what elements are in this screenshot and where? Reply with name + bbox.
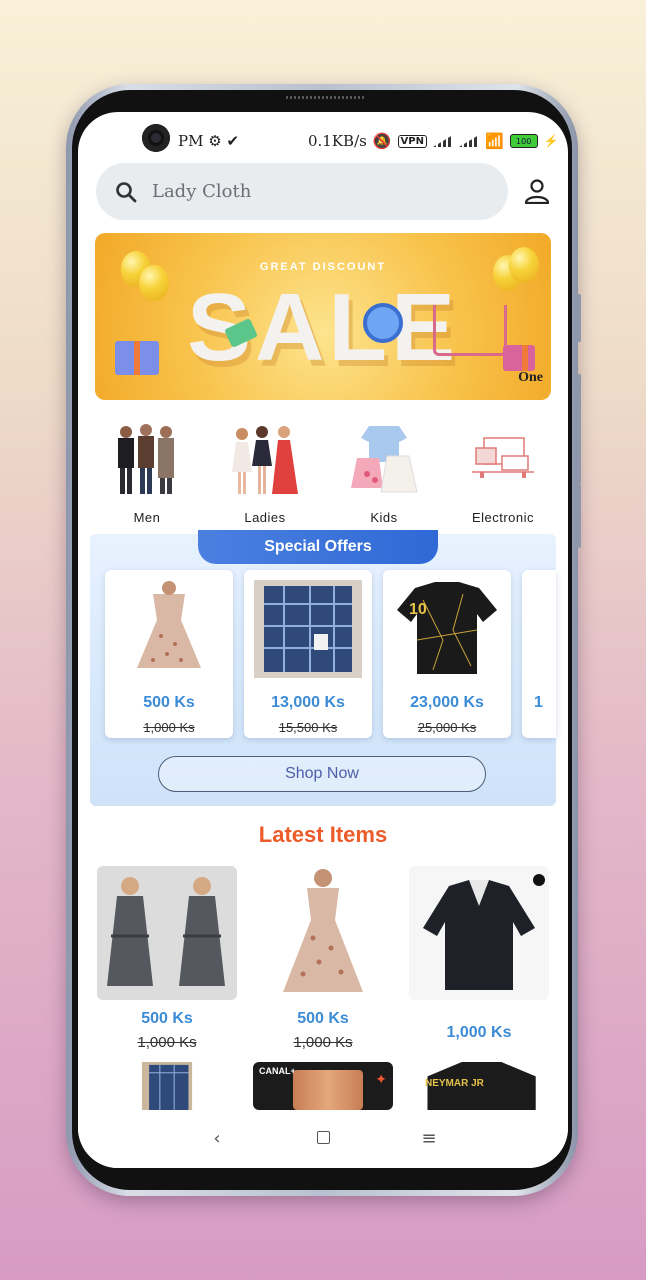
volume-button [577, 294, 581, 342]
settings-gear-icon: ⚙ [208, 132, 222, 150]
offer-price: 1 [534, 694, 543, 711]
offer-price: 500 Ks [143, 694, 195, 711]
latest-price: 500 Ks [297, 1010, 349, 1027]
poster-brand-text: CANAL+ [259, 1066, 296, 1076]
front-camera [142, 124, 170, 152]
banner-brand: One [518, 370, 543, 385]
app-screen: PM ⚙ ✔ 0.1KB/s 🔕 VPN 📶 100 ⚡ Lady Cloth [78, 112, 568, 1168]
time-suffix: PM [178, 132, 204, 150]
latest-item-card[interactable] [97, 1062, 237, 1114]
shop-now-button[interactable]: Shop Now [158, 756, 486, 792]
black-shirt-image [409, 866, 549, 1000]
banner-headline: GREAT DISCOUNT [259, 261, 387, 273]
menu-icon[interactable]: ≡ [418, 1128, 440, 1150]
check-icon: ✔ [226, 132, 240, 150]
floral-dress-image [253, 866, 393, 1000]
mute-bell-icon: 🔕 [372, 132, 392, 150]
offer-old-price: 15,500 Ks [278, 720, 338, 735]
home-icon[interactable] [312, 1128, 334, 1150]
offer-price: 13,000 Ks [271, 694, 345, 711]
plaid-shirt-image [254, 580, 362, 678]
latest-price: 500 Ks [141, 1010, 193, 1027]
svg-text:10: 10 [409, 601, 427, 618]
floral-dress-image [115, 580, 223, 678]
latest-item-card[interactable]: 500 Ks 1,000 Ks [253, 866, 393, 1051]
movie-poster-image: CANAL+ ✦ [253, 1062, 393, 1110]
category-label-kids: Kids [370, 510, 398, 525]
latest-items-title: Latest Items [258, 822, 388, 847]
latest-item-card[interactable]: CANAL+ ✦ [253, 1062, 393, 1110]
latest-item-card[interactable]: 500 Ks 1,000 Ks [97, 866, 237, 1051]
category-ladies[interactable]: Ladies [210, 412, 320, 525]
status-indicators: 0.1KB/s 🔕 VPN 📶 100 ⚡ [308, 132, 559, 150]
latest-old-price: 1,000 Ks [293, 1034, 353, 1051]
offer-product-card[interactable]: 500 Ks 1,000 Ks [105, 570, 233, 738]
electronics-icon [472, 437, 534, 478]
category-kids[interactable]: Kids [329, 412, 439, 525]
special-offers-title: Special Offers [198, 530, 438, 564]
signal-icon [432, 135, 453, 147]
vpn-badge: VPN [397, 134, 427, 148]
offer-product-card[interactable]: 13,000 Ks 15,500 Ks [244, 570, 372, 738]
sale-banner[interactable]: GREAT DISCOUNT SALE One [95, 233, 551, 400]
search-icon [116, 181, 137, 202]
jersey-text: NEYMAR JR [425, 1078, 484, 1089]
status-time: PM ⚙ ✔ [178, 132, 239, 150]
offer-product-card-partial[interactable]: 1 [522, 570, 556, 738]
men-group-icon [118, 424, 174, 494]
shopping-cart-icon [433, 305, 507, 356]
jersey-image: 10 [393, 580, 501, 678]
category-label-men: Men [133, 510, 161, 525]
kids-clothes-icon [351, 426, 418, 493]
category-row: Men Ladies Kids Electronic [78, 412, 568, 525]
volume-button-2 [577, 374, 581, 484]
plaid-shirt-image [141, 1062, 193, 1110]
jersey-image: NEYMAR JR [409, 1062, 549, 1110]
ladies-group-icon [232, 426, 298, 494]
search-input[interactable]: Lady Cloth [152, 181, 251, 202]
gift-box-icon [115, 341, 159, 375]
alarm-clock-icon [363, 303, 403, 343]
offer-price: 23,000 Ks [410, 694, 484, 711]
gift-box-icon [503, 345, 535, 371]
grey-dress-image [97, 866, 237, 1000]
status-bar: PM ⚙ ✔ 0.1KB/s 🔕 VPN 📶 100 ⚡ [78, 112, 568, 160]
offer-old-price: 1,000 Ks [143, 720, 195, 735]
category-men[interactable]: Men [92, 412, 202, 525]
special-offers-section: Special Offers 500 Ks 1,000 Ks 13,000 Ks… [90, 530, 556, 806]
offer-old-price: 25,000 Ks [417, 720, 477, 735]
charging-icon: ⚡ [543, 134, 559, 148]
latest-old-price: 1,000 Ks [137, 1034, 197, 1051]
category-label-electronic: Electronic [471, 510, 535, 525]
speaker-grille [286, 96, 366, 99]
back-icon[interactable]: ‹ [206, 1128, 228, 1150]
power-button [577, 484, 581, 548]
profile-icon[interactable] [524, 178, 550, 204]
search-bar[interactable]: Lady Cloth [96, 163, 508, 220]
latest-item-card[interactable]: NEYMAR JR [409, 1062, 549, 1110]
offer-product-card[interactable]: 10 23,000 Ks 25,000 Ks [383, 570, 511, 738]
network-speed: 0.1KB/s [308, 132, 367, 150]
category-electronic[interactable]: Electronic [448, 412, 558, 525]
system-nav-bar: ‹ ≡ [78, 1110, 568, 1168]
latest-price: 1,000 Ks [446, 1024, 512, 1041]
category-label-ladies: Ladies [244, 510, 286, 525]
wifi-icon: 📶 [484, 132, 504, 150]
latest-item-card[interactable]: 1,000 Ks [409, 866, 549, 1042]
battery-icon: 100 [509, 134, 538, 148]
signal-icon-2 [458, 135, 479, 147]
